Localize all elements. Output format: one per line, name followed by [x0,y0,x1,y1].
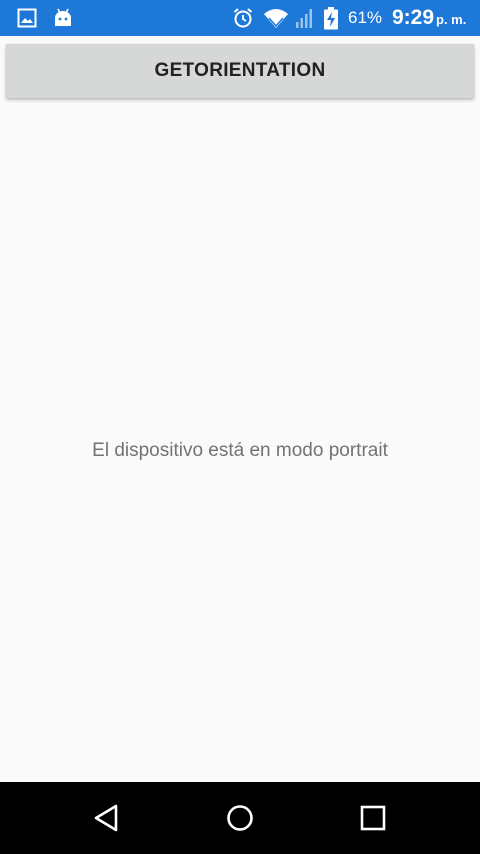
back-icon[interactable] [86,800,126,836]
image-icon [16,6,38,30]
wifi-icon [263,6,289,30]
battery-charging-icon [322,6,340,30]
get-orientation-button[interactable]: GETORIENTATION [6,44,474,98]
clock-ampm: p. m. [436,12,467,27]
signal-icon [295,6,315,30]
home-icon[interactable] [220,800,260,836]
recents-icon[interactable] [353,800,393,836]
battery-percent: 61% [348,8,383,27]
clock-time: 9:29 [392,6,435,29]
navigation-bar [0,782,480,854]
android-icon [52,6,74,30]
status-bar: 61% 9:29 p. m. [0,0,480,36]
orientation-message: El dispositivo está en modo portrait [92,440,388,461]
alarm-icon [232,6,254,30]
